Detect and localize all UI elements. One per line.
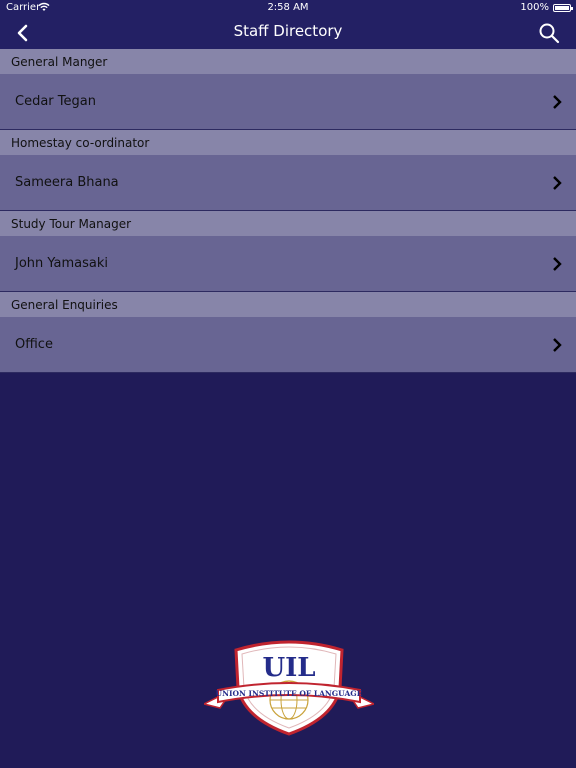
chevron-right-icon bbox=[553, 338, 562, 352]
search-icon[interactable] bbox=[538, 22, 560, 44]
navigation-bar: Staff Directory bbox=[0, 16, 576, 49]
staff-name: Sameera Bhana bbox=[15, 175, 119, 190]
status-time: 2:58 AM bbox=[267, 2, 309, 13]
list-item-staff[interactable]: Office bbox=[0, 317, 576, 373]
uil-logo: UIL UNION INSTITUTE OF LANGUAGE bbox=[204, 640, 374, 736]
logo-letters: UIL bbox=[262, 653, 315, 683]
section-header: Study Tour Manager bbox=[0, 211, 576, 236]
logo-banner-text: UNION INSTITUTE OF LANGUAGE bbox=[216, 689, 363, 698]
list-item-staff[interactable]: Cedar Tegan bbox=[0, 74, 576, 130]
chevron-right-icon bbox=[553, 257, 562, 271]
staff-name: Cedar Tegan bbox=[15, 94, 96, 109]
staff-name: John Yamasaki bbox=[15, 256, 109, 271]
battery-percent: 100% bbox=[520, 2, 549, 13]
status-bar: Carrier 2:58 AM 100% bbox=[0, 0, 576, 16]
list-item-staff[interactable]: John Yamasaki bbox=[0, 236, 576, 292]
battery-icon bbox=[553, 4, 573, 12]
section-header: General Manger bbox=[0, 49, 576, 74]
list-item-staff[interactable]: Sameera Bhana bbox=[0, 155, 576, 211]
section-header: Homestay co-ordinator bbox=[0, 130, 576, 155]
chevron-right-icon bbox=[553, 176, 562, 190]
staff-list: General Manger Cedar Tegan Homestay co-o… bbox=[0, 49, 576, 373]
page-title: Staff Directory bbox=[233, 22, 343, 40]
chevron-right-icon bbox=[553, 95, 562, 109]
staff-name: Office bbox=[15, 337, 53, 352]
section-header: General Enquiries bbox=[0, 292, 576, 317]
